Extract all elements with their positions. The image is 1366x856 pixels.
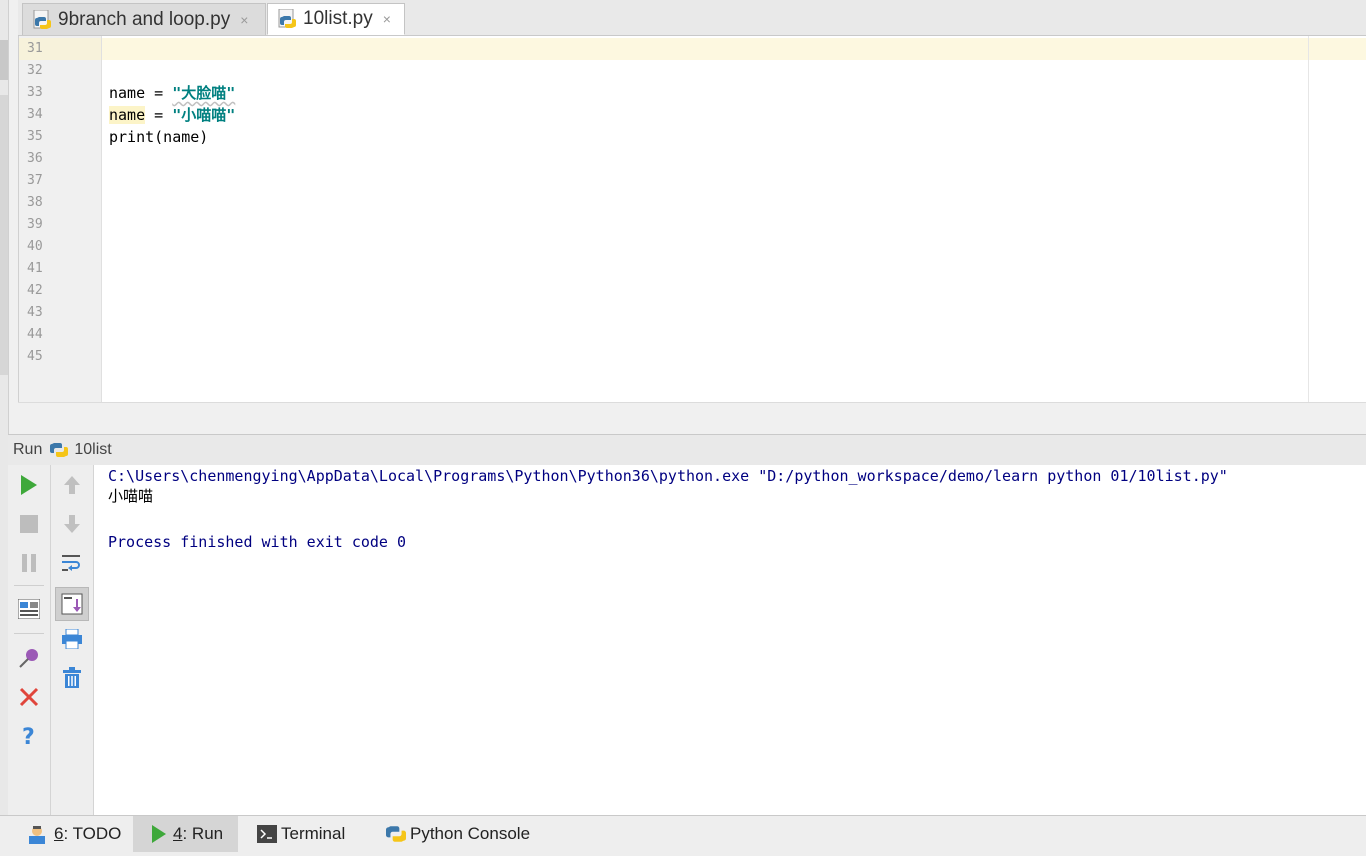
code-string: "大脸喵": [172, 84, 236, 102]
down-stack-button[interactable]: [59, 511, 85, 537]
print-button[interactable]: [59, 626, 85, 652]
tool-tab-python-console[interactable]: Python Console: [378, 816, 538, 852]
print-icon: [62, 629, 82, 649]
line-number: 38: [27, 195, 43, 210]
python-file-icon: [33, 9, 53, 30]
console-command-line: C:\Users\chenmengying\AppData\Local\Prog…: [108, 467, 1228, 485]
console-output-line: 小喵喵: [108, 487, 154, 505]
run-console[interactable]: C:\Users\chenmengying\AppData\Local\Prog…: [94, 465, 1366, 815]
code-variable: name: [109, 106, 146, 124]
line-number: 36: [27, 151, 43, 166]
pin-icon: [19, 649, 38, 668]
code-string: "小喵喵": [172, 106, 236, 124]
tab-label: 9branch and loop.py: [58, 8, 231, 30]
code-line-33[interactable]: name = "大脸喵": [109, 82, 235, 104]
strip-marker: [0, 95, 8, 375]
line-number: 40: [27, 239, 43, 254]
line-number: 31: [27, 41, 43, 56]
run-panel-title: Run: [13, 441, 43, 458]
scroll-to-end-button[interactable]: [55, 587, 89, 621]
tab-10list[interactable]: 10list.py ×: [267, 3, 405, 35]
soft-wrap-button[interactable]: [59, 550, 85, 576]
rerun-button[interactable]: [16, 472, 42, 498]
tool-tab-run[interactable]: 4: Run: [133, 816, 238, 852]
console-exit-message: Process finished with exit code 0: [108, 533, 407, 551]
run-config-name[interactable]: 10list: [74, 441, 111, 459]
clear-all-button[interactable]: [59, 665, 85, 691]
arrow-up-icon: [64, 476, 80, 494]
play-icon: [21, 475, 37, 495]
run-toolbar-secondary: [51, 465, 94, 815]
line-number: 32: [27, 63, 43, 78]
editor-tab-bar: 9branch and loop.py × 10list.py ×: [18, 0, 1366, 36]
layout-icon: [18, 599, 40, 619]
line-number: 41: [27, 261, 43, 276]
soft-wrap-icon: [62, 555, 80, 571]
help-icon: ?: [22, 725, 35, 748]
code-operator: =: [145, 84, 173, 102]
pause-button[interactable]: [16, 550, 42, 576]
code-variable: name: [109, 84, 146, 102]
restore-layout-button[interactable]: [16, 596, 42, 622]
tab-9branch-and-loop[interactable]: 9branch and loop.py ×: [22, 3, 266, 35]
run-panel-header: Run 10list: [8, 434, 1366, 466]
tool-tab-todo[interactable]: 6: TODO: [18, 816, 129, 852]
stop-button[interactable]: [16, 511, 42, 537]
code-line-34[interactable]: name = "小喵喵": [109, 104, 235, 126]
run-toolbar-primary: ?: [8, 465, 51, 815]
line-number: 35: [27, 129, 43, 144]
python-config-icon: [50, 441, 69, 459]
strip-marker: [0, 40, 8, 80]
tool-tab-number: 4: [173, 824, 183, 843]
line-number: 45: [27, 349, 43, 364]
svg-text:?: ?: [22, 725, 35, 748]
run-icon: [152, 825, 166, 843]
python-file-icon: [278, 8, 298, 29]
close-x-icon: [19, 687, 39, 707]
up-stack-button[interactable]: [59, 472, 85, 498]
tool-tab-terminal[interactable]: Terminal: [249, 816, 353, 852]
tool-tab-label: : Run: [182, 824, 224, 843]
toolbar-separator: [14, 633, 44, 634]
arrow-down-icon: [64, 515, 80, 533]
tool-tab-label: Terminal: [281, 824, 346, 843]
line-number: 34: [27, 107, 43, 122]
code-line-35[interactable]: print(name): [109, 126, 208, 148]
close-icon[interactable]: ×: [240, 12, 248, 28]
close-icon[interactable]: ×: [383, 11, 391, 27]
line-number: 42: [27, 283, 43, 298]
todo-icon: [29, 826, 45, 844]
line-number: 43: [27, 305, 43, 320]
current-line-highlight: [102, 38, 1366, 60]
help-button[interactable]: ?: [16, 723, 42, 749]
line-number: 37: [27, 173, 43, 188]
right-margin-guide: [1308, 36, 1309, 402]
code-operator: =: [145, 106, 173, 124]
line-number: 33: [27, 85, 43, 100]
python-console-icon: [386, 826, 406, 842]
scroll-to-end-icon: [61, 593, 83, 615]
trash-icon: [63, 667, 81, 688]
line-number: 44: [27, 327, 43, 342]
stop-icon: [20, 515, 38, 533]
terminal-icon: [257, 825, 277, 843]
tool-tab-label: : TODO: [63, 824, 122, 843]
editor-scrollbar-area: [18, 402, 1366, 435]
code-editor[interactable]: 31 32 33 34 35 36 37 38 39 40 41 42 43 4…: [18, 36, 1366, 402]
tab-label: 10list.py: [303, 8, 373, 29]
tool-tab-label: Python Console: [410, 824, 531, 843]
pause-icon: [22, 554, 36, 572]
pin-tab-button[interactable]: [16, 645, 42, 671]
line-number: 39: [27, 217, 43, 232]
tool-tab-number: 6: [54, 824, 64, 843]
tool-window-bar: 6: TODO 4: Run Terminal Python Console: [0, 815, 1366, 856]
toolbar-separator: [14, 585, 44, 586]
close-run-button[interactable]: [16, 684, 42, 710]
